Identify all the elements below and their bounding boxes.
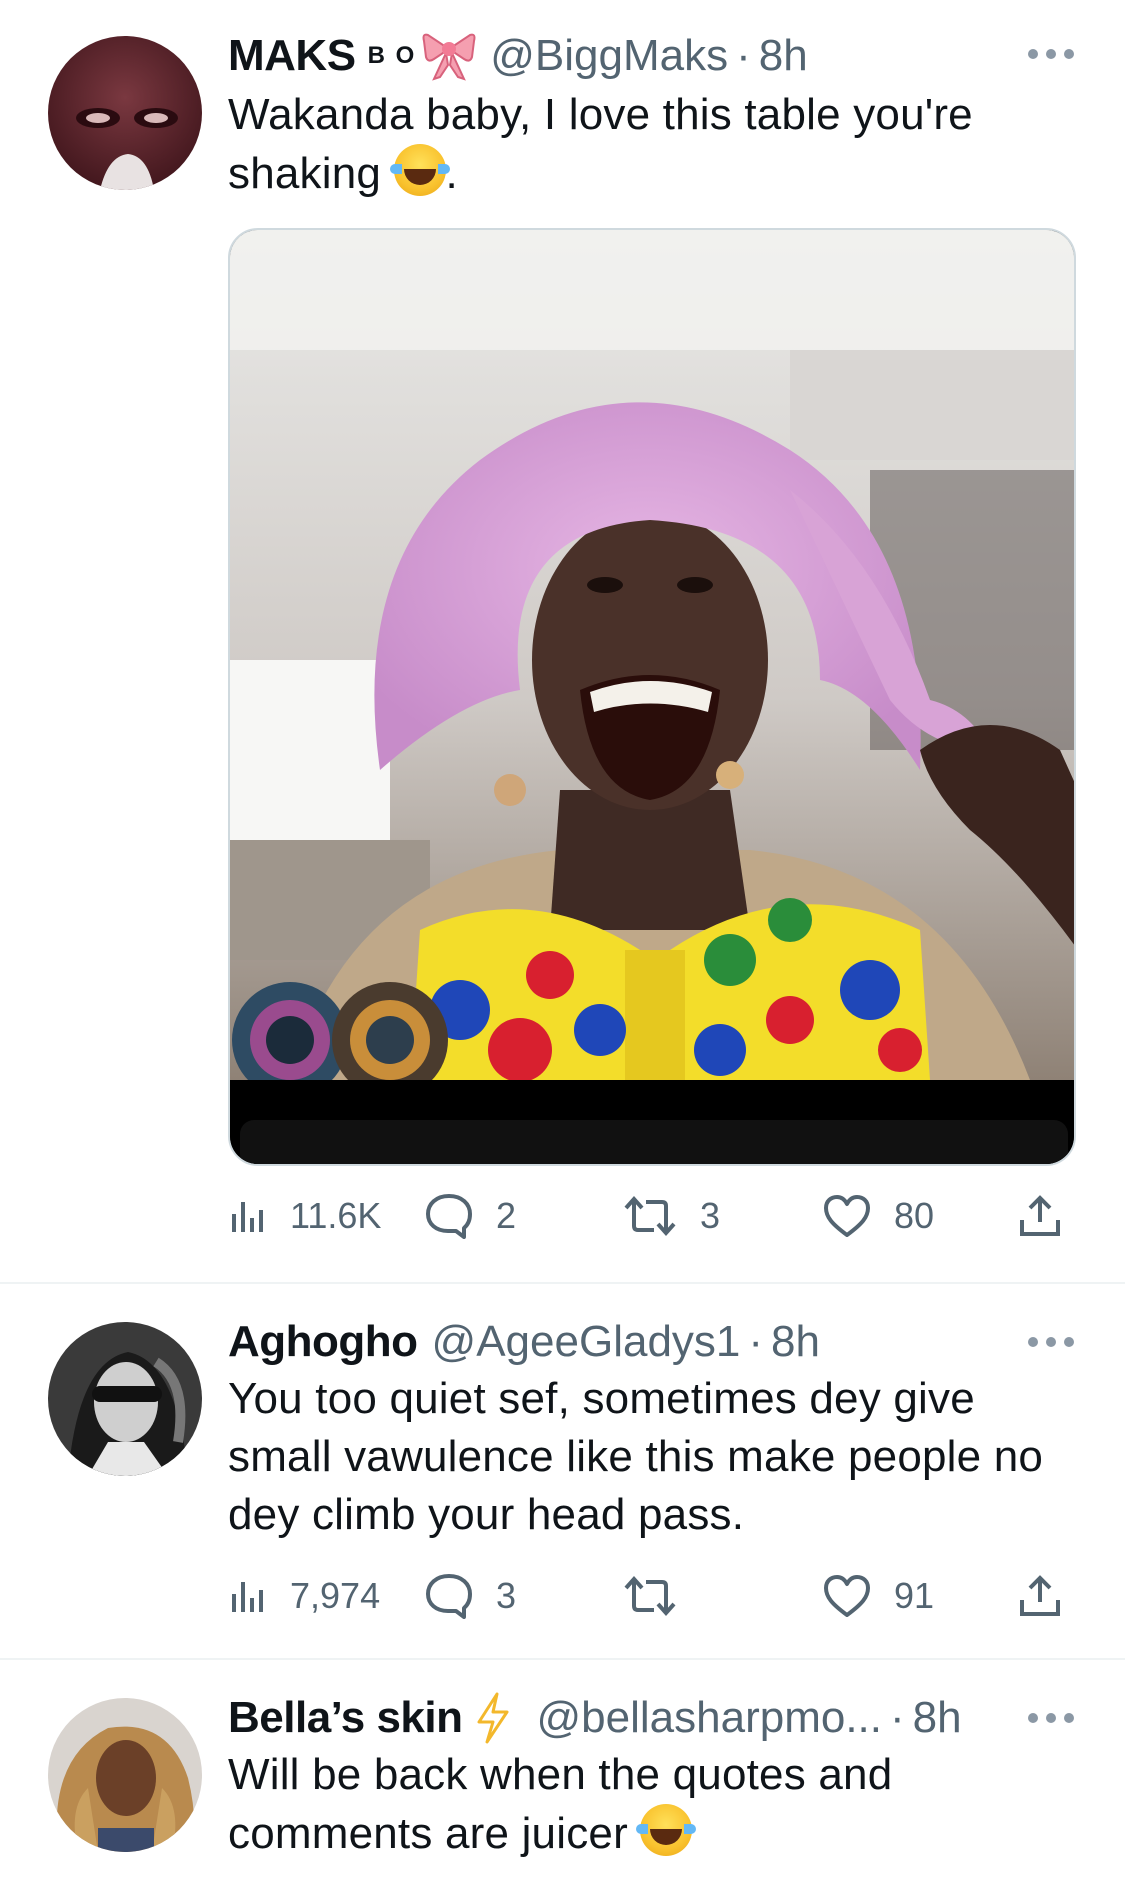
share-icon (1020, 1195, 1060, 1236)
avatar[interactable] (48, 36, 202, 190)
more-options-icon[interactable] (1028, 1336, 1074, 1348)
timestamp[interactable]: 8h (759, 26, 808, 86)
tweet-3[interactable]: Bella’s skin @bellasharpmo... · 8h Will … (0, 1660, 1125, 1882)
retweet-button[interactable] (622, 1566, 700, 1626)
retweet-count: 3 (700, 1195, 721, 1236)
tweet-media-image[interactable] (228, 228, 1076, 1166)
more-options-icon[interactable] (1028, 1712, 1074, 1724)
tweet-actions: 11.6K 2 3 80 (228, 1186, 1108, 1246)
tweet-text: Will be back when the quotes and comment… (228, 1746, 1088, 1863)
avatar-image (48, 1322, 202, 1476)
media-photo (230, 230, 1074, 1164)
share-button[interactable] (1018, 1186, 1062, 1246)
reply-count: 2 (496, 1195, 517, 1236)
retweet-icon (624, 1575, 676, 1617)
views-button[interactable]: 11.6K (228, 1186, 381, 1246)
user-handle[interactable]: @bellasharpmo... (537, 1688, 883, 1748)
tweet-header: Aghogho @AgeeGladys1 · 8h (228, 1312, 820, 1372)
like-button[interactable]: 80 (822, 1186, 934, 1246)
heart-icon (824, 1195, 870, 1237)
share-icon (1020, 1575, 1060, 1616)
separator-dot: · (736, 31, 751, 80)
tears-of-joy-emoji-icon (389, 144, 450, 196)
tweet-text: Wakanda baby, I love this table you're s… (228, 86, 1088, 203)
tweet-header: Bella’s skin @bellasharpmo... · 8h (228, 1688, 962, 1748)
avatar[interactable] (48, 1322, 202, 1476)
tweet-text-content: Wakanda baby, I love this table you're s… (228, 90, 973, 198)
display-name[interactable]: Aghogho (228, 1312, 418, 1372)
avatar[interactable] (48, 1698, 202, 1852)
more-options-icon[interactable] (1028, 48, 1074, 60)
tweet-1[interactable]: MAKS B O @BiggMaks · 8h Wakanda baby, I … (0, 0, 1125, 1282)
timestamp[interactable]: 8h (913, 1688, 962, 1748)
reply-icon (426, 1574, 472, 1619)
reply-button[interactable]: 3 (424, 1566, 516, 1626)
display-name[interactable]: Bella’s skin (228, 1688, 463, 1748)
avatar-image (48, 1698, 202, 1852)
reply-icon (426, 1194, 472, 1239)
tweet-actions: 7,974 3 91 (228, 1566, 1108, 1626)
name-suffix: B O (367, 42, 417, 69)
tweet-header: MAKS B O @BiggMaks · 8h (228, 26, 808, 86)
tweet-text-end: . (445, 149, 458, 198)
like-count: 91 (894, 1575, 935, 1616)
timestamp[interactable]: 8h (771, 1312, 820, 1372)
views-count: 11.6K (290, 1195, 382, 1236)
user-handle[interactable]: @AgeeGladys1 (432, 1312, 741, 1372)
share-button[interactable] (1018, 1566, 1062, 1626)
reply-button[interactable]: 2 (424, 1186, 516, 1246)
ribbon-emoji-icon (422, 33, 476, 81)
retweet-button[interactable]: 3 (622, 1186, 720, 1246)
tweet-2[interactable]: Aghogho @AgeeGladys1 · 8h You too quiet … (0, 1284, 1125, 1658)
separator-dot: · (890, 1693, 905, 1742)
separator-dot: · (748, 1317, 764, 1366)
retweet-icon (624, 1195, 676, 1237)
avatar-image (48, 36, 202, 190)
tweet-text: You too quiet sef, sometimes dey give sm… (228, 1374, 1044, 1539)
tears-of-joy-emoji-icon (636, 1804, 697, 1856)
reply-count: 3 (496, 1575, 517, 1616)
views-count: 7,974 (290, 1575, 381, 1616)
tweet-text-content: Will be back when the quotes and comment… (228, 1750, 893, 1858)
like-count: 80 (894, 1195, 935, 1236)
display-name[interactable]: MAKS (228, 26, 356, 86)
views-chart-icon (232, 1202, 263, 1232)
like-button[interactable]: 91 (822, 1566, 934, 1626)
views-chart-icon (232, 1582, 263, 1612)
user-handle[interactable]: @BiggMaks (490, 26, 728, 86)
views-button[interactable]: 7,974 (228, 1566, 380, 1626)
heart-icon (824, 1575, 870, 1617)
lightning-emoji-icon (477, 1692, 508, 1744)
